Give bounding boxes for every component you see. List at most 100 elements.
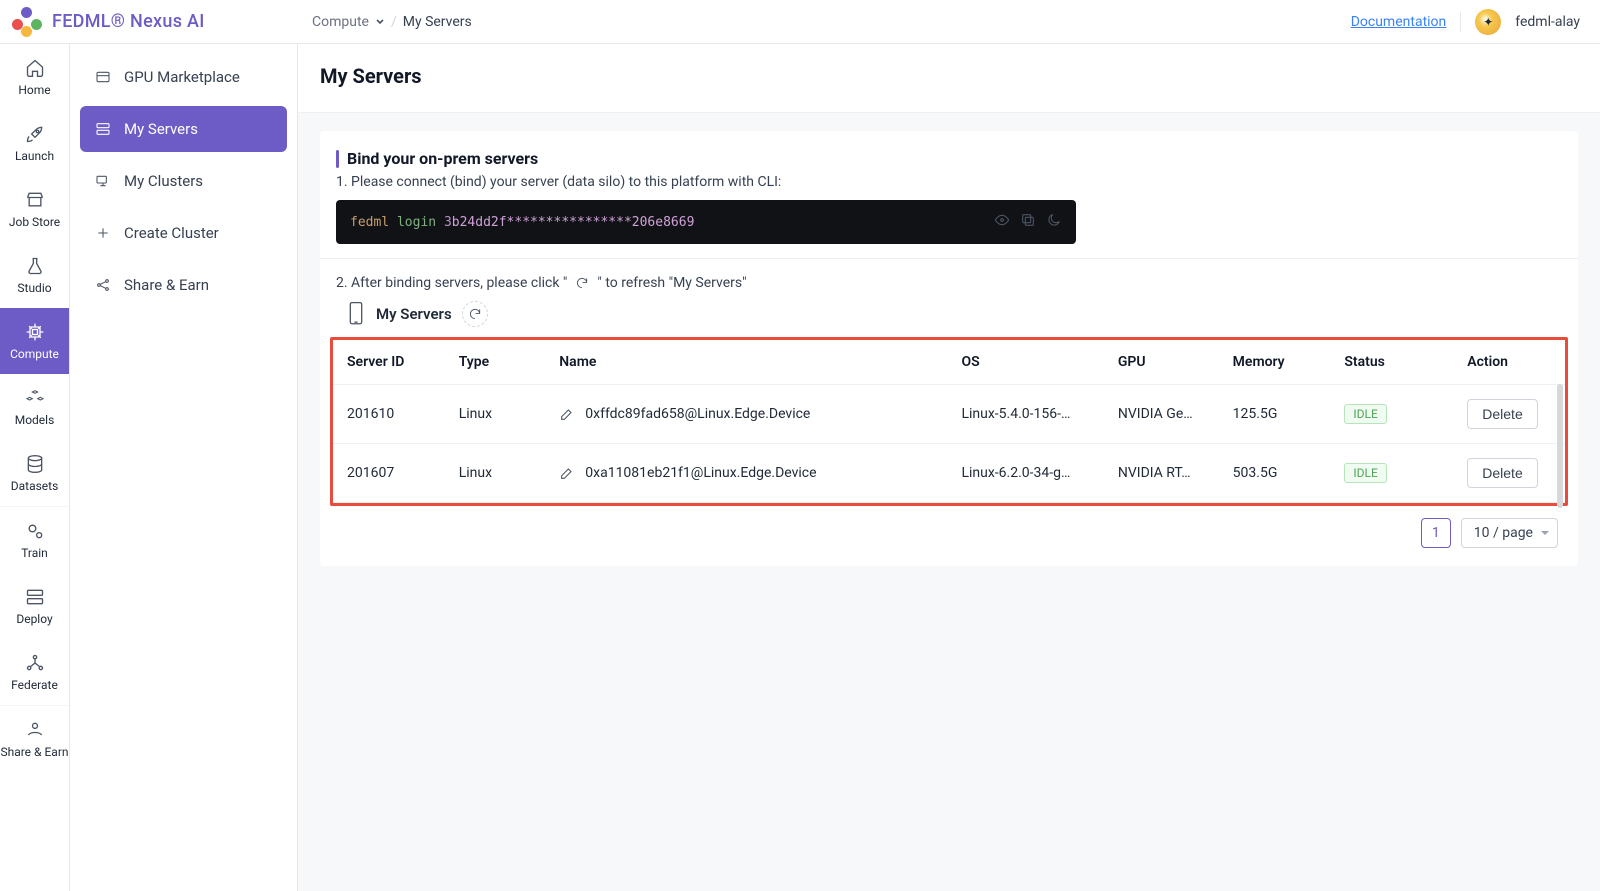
scrollbar-handle[interactable] (1557, 384, 1563, 508)
rail-label: Models (15, 413, 55, 427)
col-name: Name (545, 340, 947, 385)
table-row: 201607 Linux 0xa11081eb21f1@Linux.Edge.D… (333, 444, 1565, 503)
edit-icon[interactable] (559, 465, 575, 481)
subnav-label: My Clusters (124, 172, 203, 190)
subnav-create-cluster[interactable]: Create Cluster (80, 210, 287, 256)
cell-name: 0xffdc89fad658@Linux.Edge.Device (585, 406, 810, 422)
servers-icon (94, 120, 112, 138)
rail-item-models[interactable]: Models (0, 374, 69, 440)
table-section-title: My Servers (376, 305, 452, 323)
col-type: Type (445, 340, 546, 385)
logo-icon (12, 7, 42, 37)
moon-icon[interactable] (1046, 212, 1062, 232)
hand-coin-icon (24, 719, 46, 741)
store-icon (24, 189, 46, 211)
table-header-row: Server ID Type Name OS GPU Memory Status… (333, 340, 1565, 385)
cubes-icon (24, 387, 46, 409)
status-badge: IDLE (1344, 404, 1386, 424)
rail-item-studio[interactable]: Studio (0, 242, 69, 308)
col-server-id: Server ID (333, 340, 445, 385)
cell-id: 201607 (333, 444, 445, 503)
chip-icon (24, 321, 46, 343)
brand-area[interactable]: FEDML® Nexus AI (12, 7, 292, 37)
rail-label: Job Store (9, 215, 60, 229)
col-status: Status (1330, 340, 1453, 385)
avatar[interactable]: ✦ (1475, 9, 1501, 35)
page-title: My Servers (298, 44, 1600, 113)
home-icon (24, 57, 46, 79)
page-number-1[interactable]: 1 (1421, 518, 1451, 548)
rail-item-datasets[interactable]: Datasets (0, 440, 69, 506)
delete-button[interactable]: Delete (1467, 458, 1537, 488)
servers-table-highlight: Server ID Type Name OS GPU Memory Status… (330, 337, 1568, 506)
eye-icon[interactable] (994, 212, 1010, 232)
rail-label: Studio (17, 281, 51, 295)
cli-box: fedml login 3b24dd2f****************206e… (336, 200, 1076, 244)
rail-label: Share & Earn (0, 745, 68, 759)
cell-memory: 125.5G (1219, 385, 1331, 444)
database-icon (24, 453, 46, 475)
subnav-label: GPU Marketplace (124, 68, 240, 86)
rail-item-compute[interactable]: Compute (0, 308, 69, 374)
subnav-gpu-marketplace[interactable]: GPU Marketplace (80, 54, 287, 100)
delete-button[interactable]: Delete (1467, 399, 1537, 429)
breadcrumb: Compute / My Servers (292, 14, 472, 30)
cell-os: Linux-6.2.0-34-g… (947, 444, 1103, 503)
copy-icon[interactable] (1020, 212, 1036, 232)
cli-arg-b: b24dd2f****************206e8669 (452, 215, 695, 230)
refresh-inline-icon (575, 276, 589, 290)
server-icon (24, 586, 46, 608)
rail-item-share-earn[interactable]: Share & Earn (0, 706, 69, 772)
rail-label: Federate (11, 678, 58, 692)
cell-type: Linux (445, 385, 546, 444)
rail-item-federate[interactable]: Federate (0, 639, 69, 705)
rail-item-home[interactable]: Home (0, 44, 69, 110)
refresh-icon (468, 307, 482, 321)
table-row: 201610 Linux 0xffdc89fad658@Linux.Edge.D… (333, 385, 1565, 444)
col-gpu: GPU (1104, 340, 1219, 385)
share-icon (94, 276, 112, 294)
rail-item-deploy[interactable]: Deploy (0, 573, 69, 639)
breadcrumb-root[interactable]: Compute (312, 14, 369, 30)
rail-label: Deploy (16, 612, 52, 626)
subnav-label: My Servers (124, 120, 198, 138)
cell-name: 0xa11081eb21f1@Linux.Edge.Device (585, 465, 816, 481)
brand-text: FEDML® Nexus AI (52, 11, 205, 32)
subnav-my-clusters[interactable]: My Clusters (80, 158, 287, 204)
cell-gpu: NVIDIA RT… (1104, 444, 1219, 503)
cell-os: Linux-5.4.0-156-… (947, 385, 1103, 444)
step-2-text: 2. After binding servers, please click "… (336, 275, 1562, 291)
edit-icon[interactable] (559, 406, 575, 422)
cli-cmd: fedml (350, 215, 389, 230)
rail-item-jobstore[interactable]: Job Store (0, 176, 69, 242)
page-size-select[interactable]: 10 / page (1461, 518, 1558, 548)
rail-item-launch[interactable]: Launch (0, 110, 69, 176)
rail-label: Compute (10, 347, 59, 361)
flask-icon (24, 255, 46, 277)
rail-label: Home (18, 83, 50, 97)
main-content: My Servers Bind your on-prem servers 1. … (298, 0, 1600, 891)
cli-arg-a: 3 (444, 215, 452, 230)
col-memory: Memory (1219, 340, 1331, 385)
cell-type: Linux (445, 444, 546, 503)
left-rail: Home Launch Job Store Studio Compute Mod… (0, 0, 70, 891)
rocket-icon (24, 123, 46, 145)
subnav-label: Create Cluster (124, 224, 219, 242)
refresh-button[interactable] (462, 301, 488, 327)
header-divider (1460, 12, 1461, 32)
cell-gpu: NVIDIA Ge… (1104, 385, 1219, 444)
subnav-my-servers[interactable]: My Servers (80, 106, 287, 152)
bind-section-title: Bind your on-prem servers (336, 149, 1562, 168)
marketplace-icon (94, 68, 112, 86)
rail-item-train[interactable]: Train (0, 507, 69, 573)
gears-icon (24, 520, 46, 542)
cell-id: 201610 (333, 385, 445, 444)
servers-table: Server ID Type Name OS GPU Memory Status… (333, 340, 1565, 503)
header: FEDML® Nexus AI Compute / My Servers Doc… (0, 0, 1600, 44)
username[interactable]: fedml-alay (1515, 14, 1580, 30)
col-action: Action (1453, 340, 1565, 385)
cluster-icon (94, 172, 112, 190)
documentation-link[interactable]: Documentation (1351, 14, 1447, 30)
subnav-share-earn[interactable]: Share & Earn (80, 262, 287, 308)
rail-label: Datasets (11, 479, 59, 493)
